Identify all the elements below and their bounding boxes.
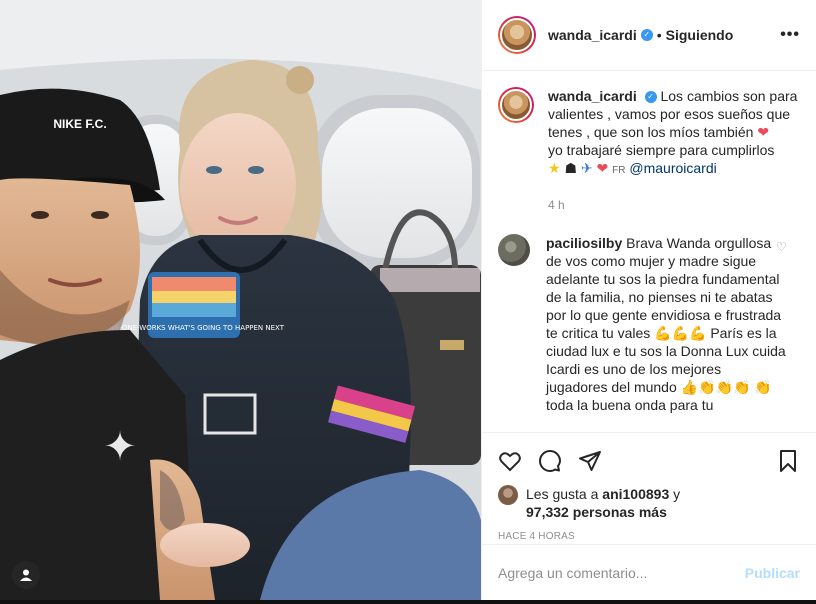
share-paper-plane-icon[interactable] (578, 449, 602, 473)
mention-link[interactable]: @mauroicardi (629, 160, 716, 176)
like-heart-icon[interactable] (498, 449, 522, 473)
add-comment-input[interactable] (498, 564, 745, 581)
commenter-avatar[interactable] (498, 234, 530, 266)
more-options-icon[interactable]: ••• (780, 26, 800, 44)
heart-emoji-icon: ❤ (596, 160, 609, 176)
caption-avatar[interactable] (498, 87, 534, 123)
tagged-users-button[interactable] (12, 561, 40, 589)
comment-text-3: toda la buena onda para tu (546, 397, 714, 413)
likes-count[interactable]: 97,332 personas más (526, 504, 667, 520)
likes-conjunction: y (673, 486, 681, 502)
person-icon (20, 569, 32, 581)
post-photo[interactable]: ONE-ONE-WORKS WHAT'S GOING TO HAPPEN NEX… (0, 0, 481, 600)
liker-username[interactable]: ani100893 (602, 486, 669, 502)
post-actions: Les gusta a ani100893 y 97,332 personas … (482, 432, 816, 542)
verified-badge-icon: ✓ (640, 29, 653, 41)
clap-emoji-icon: 👍👏👏👏 👏 (680, 379, 772, 395)
cap-logo-text: NIKE F.C. (53, 117, 106, 131)
caption-text-block: wanda_icardi ✓ Los cambios son para vali… (548, 87, 800, 214)
author-username[interactable]: wanda_icardi (548, 27, 637, 43)
post-side-panel: wanda_icardi ✓ • Siguiendo ••• wanda_ica… (481, 0, 816, 600)
airplane-emoji-icon: ✈ (580, 160, 593, 176)
verified-badge-icon: ✓ (644, 91, 657, 104)
following-button[interactable]: Siguiendo (666, 27, 734, 43)
patch-text: ONE-ONE-WORKS WHAT'S GOING TO HAPPEN NEX… (104, 324, 285, 332)
likes-prefix: Les gusta a (526, 486, 599, 502)
france-flag-label: FR (612, 165, 626, 176)
couple-selfie-illustration: ONE-ONE-WORKS WHAT'S GOING TO HAPPEN NEX… (0, 0, 481, 600)
comments-list[interactable]: wanda_icardi ✓ Los cambios son para vali… (482, 71, 816, 431)
header-separator: • (656, 27, 662, 43)
instagram-post: ONE-ONE-WORKS WHAT'S GOING TO HAPPEN NEX… (0, 0, 816, 604)
post-header: wanda_icardi ✓ • Siguiendo ••• (482, 0, 816, 71)
comment-text-block: paciliosilby Brava Wanda orgullosa de vo… (546, 234, 786, 414)
caption-username[interactable]: wanda_icardi (548, 88, 637, 104)
action-icons-row (498, 441, 800, 481)
comment-item: paciliosilby Brava Wanda orgullosa de vo… (498, 234, 800, 414)
caption-line-2: yo trabajaré siempre para cumplirlos (548, 142, 775, 158)
caption: wanda_icardi ✓ Los cambios son para vali… (498, 87, 800, 214)
liker-avatar[interactable] (498, 485, 518, 505)
save-bookmark-icon[interactable] (776, 449, 800, 473)
caption-timestamp[interactable]: 4 h (548, 196, 800, 214)
bottom-edge-strip (0, 600, 816, 604)
commenter-username[interactable]: paciliosilby (546, 235, 622, 251)
comment-like-heart-icon[interactable]: ♡ (776, 240, 788, 254)
comment-bubble-icon[interactable] (538, 449, 562, 473)
add-comment-bar: Publicar (482, 544, 816, 600)
star-emoji-icon: ★ (548, 160, 561, 176)
praying-emoji-icon: ☗ (564, 160, 578, 176)
post-timestamp[interactable]: HACE 4 HORAS (498, 531, 800, 542)
author-avatar[interactable] (498, 16, 536, 54)
publish-button[interactable]: Publicar (745, 565, 800, 581)
likes-summary: Les gusta a ani100893 y 97,332 personas … (498, 485, 800, 521)
svg-text:✦: ✦ (103, 424, 137, 470)
heart-emoji-icon: ❤ (757, 124, 770, 140)
muscle-emoji-icon: 💪💪💪 (654, 325, 707, 341)
